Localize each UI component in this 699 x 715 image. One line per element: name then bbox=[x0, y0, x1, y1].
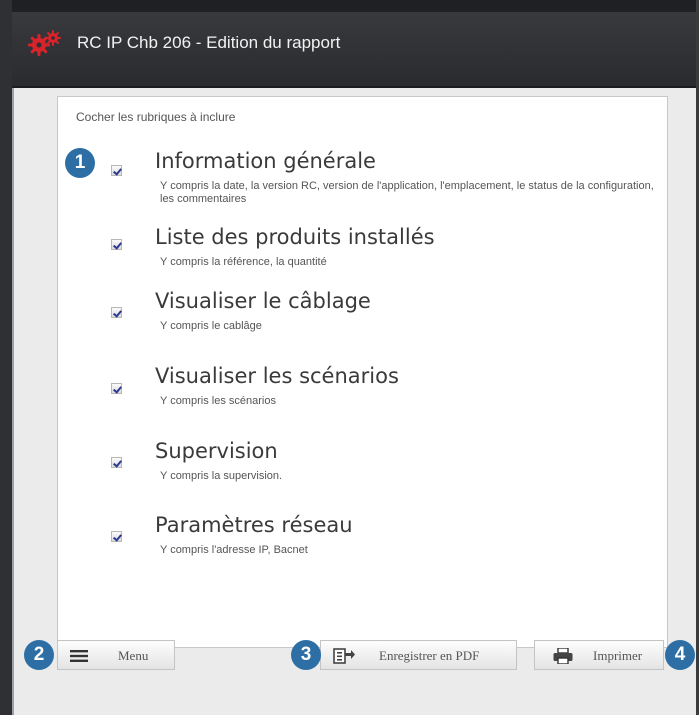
option-title: Information générale bbox=[155, 149, 376, 173]
menu-button[interactable]: Menu bbox=[57, 640, 175, 670]
printer-icon bbox=[553, 648, 573, 664]
gears-icon bbox=[28, 30, 61, 56]
checkbox-parametres-reseau[interactable] bbox=[111, 531, 122, 542]
save-pdf-button-label: Enregistrer en PDF bbox=[379, 648, 480, 663]
option-title: Liste des produits installés bbox=[155, 225, 435, 249]
menu-button-label: Menu bbox=[118, 648, 149, 663]
option-description: Y compris l'adresse IP, Bacnet bbox=[160, 544, 308, 556]
report-options-panel: Cocher les rubriques à inclure Informati… bbox=[57, 96, 668, 648]
checkbox-liste-produits[interactable] bbox=[111, 239, 122, 250]
option-title: Visualiser le câblage bbox=[155, 289, 371, 313]
callout-4: 4 bbox=[665, 640, 695, 670]
callout-2: 2 bbox=[24, 640, 54, 670]
checkbox-supervision[interactable] bbox=[111, 457, 122, 468]
print-button-label: Imprimer bbox=[593, 648, 643, 663]
instructions-label: Cocher les rubriques à inclure bbox=[76, 110, 236, 124]
export-pdf-icon bbox=[333, 648, 355, 664]
window-frame-left bbox=[0, 0, 12, 715]
title-bar: RC IP Chb 206 - Edition du rapport bbox=[12, 0, 696, 88]
option-title: Supervision bbox=[155, 439, 278, 463]
option-title: Paramètres réseau bbox=[155, 513, 353, 537]
option-title: Visualiser les scénarios bbox=[155, 364, 399, 388]
callout-3: 3 bbox=[291, 640, 321, 670]
window-title: RC IP Chb 206 - Edition du rapport bbox=[77, 33, 341, 52]
option-description: Y compris les scénarios bbox=[160, 395, 276, 407]
callout-1: 1 bbox=[65, 148, 95, 178]
save-pdf-button[interactable]: Enregistrer en PDF bbox=[320, 640, 517, 670]
title-bar-top-strip bbox=[12, 0, 696, 12]
hamburger-icon bbox=[70, 650, 88, 662]
option-description: Y compris la référence, la quantité bbox=[160, 256, 327, 268]
checkbox-scenarios[interactable] bbox=[111, 383, 122, 394]
option-description: Y compris le cablâge bbox=[160, 320, 262, 332]
checkbox-cablage[interactable] bbox=[111, 307, 122, 318]
checkbox-information-generale[interactable] bbox=[111, 165, 122, 176]
option-description: Y compris la date, la version RC, versio… bbox=[160, 180, 654, 205]
option-description: Y compris la supervision. bbox=[160, 470, 283, 482]
print-button[interactable]: Imprimer bbox=[534, 640, 664, 670]
